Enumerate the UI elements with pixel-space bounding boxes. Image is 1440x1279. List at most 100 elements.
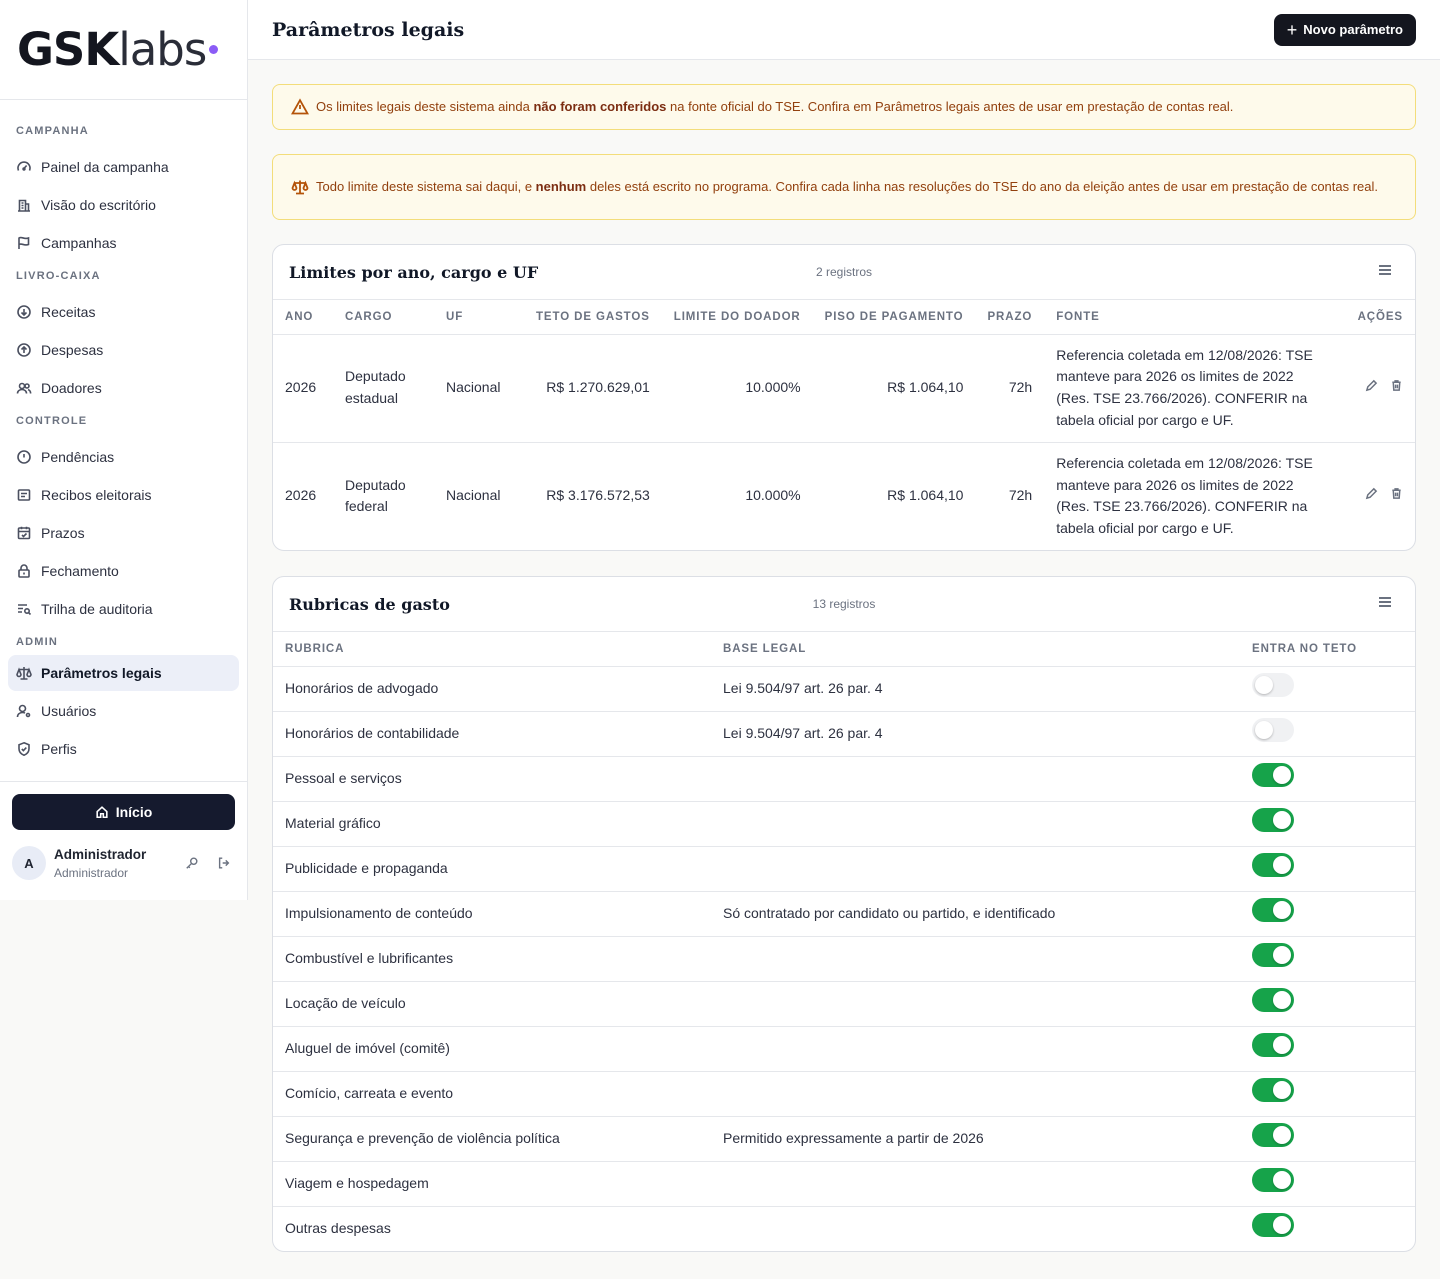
key-icon[interactable] — [185, 856, 199, 870]
entra-no-teto-toggle[interactable] — [1252, 1213, 1294, 1238]
sidebar-item-parametros-legais[interactable]: Parâmetros legais — [8, 655, 239, 691]
sidebar-item-prazos[interactable]: Prazos — [8, 515, 239, 551]
cell-acoes — [1335, 442, 1415, 550]
trash-icon[interactable] — [1390, 487, 1403, 500]
sidebar-item-label: Prazos — [41, 525, 85, 541]
col-piso[interactable]: PISO DE PAGAMENTO — [812, 300, 976, 335]
sidebar-item-doadores[interactable]: Doadores — [8, 370, 239, 406]
entra-no-teto-toggle[interactable] — [1252, 673, 1294, 698]
logout-icon[interactable] — [217, 856, 231, 870]
building-icon — [18, 199, 30, 212]
entra-no-teto-toggle[interactable] — [1252, 943, 1294, 968]
sidebar-item-pendencias[interactable]: Pendências — [8, 439, 239, 475]
rubricas-table-body: Honorários de advogado Lei 9.504/97 art. … — [273, 666, 1415, 1251]
table-row: Comício, carreata e evento — [273, 1071, 1415, 1117]
rubricas-card-header: Rubricas de gasto 13 registros — [273, 577, 1415, 632]
sidebar-item-campanhas[interactable]: Campanhas — [8, 225, 239, 261]
brand-logo[interactable]: GSKlabs — [0, 0, 247, 100]
sidebar-item-painel[interactable]: Painel da campanha — [8, 149, 239, 185]
entra-no-teto-toggle[interactable] — [1252, 718, 1294, 743]
sidebar-item-label: Trilha de auditoria — [41, 601, 153, 617]
cell-entra-no-teto — [1240, 756, 1415, 802]
toggle-knob — [1273, 1081, 1291, 1100]
main-content: Parâmetros legais + Novo parâmetro Os li… — [248, 0, 1440, 1279]
menu-icon[interactable] — [1379, 265, 1391, 275]
entra-no-teto-toggle[interactable] — [1252, 853, 1294, 878]
cell-rubrica: Honorários de contabilidade — [273, 711, 711, 757]
cell-rubrica: Viagem e hospedagem — [273, 1161, 711, 1207]
cell-rubrica: Comício, carreata e evento — [273, 1071, 711, 1117]
entra-no-teto-toggle[interactable] — [1252, 1078, 1294, 1103]
limits-table: ANO CARGO UF TETO DE GASTOS LIMITE DO DO… — [273, 300, 1415, 550]
entra-no-teto-toggle[interactable] — [1252, 1033, 1294, 1058]
cell-base-legal — [711, 846, 1240, 892]
sidebar-footer: Início A Administrador Administrador — [0, 781, 247, 892]
cell-rubrica: Locação de veículo — [273, 981, 711, 1027]
entra-no-teto-toggle[interactable] — [1252, 1168, 1294, 1193]
entra-no-teto-toggle[interactable] — [1252, 808, 1294, 833]
user-card: A Administrador Administrador — [12, 846, 235, 880]
table-row: Impulsionamento de conteúdo Só contratado… — [273, 891, 1415, 937]
rubricas-table: RUBRICA BASE LEGAL ENTRA NO TETO Honorár… — [273, 632, 1415, 1251]
new-parameter-button[interactable]: + Novo parâmetro — [1273, 13, 1416, 46]
gauge-icon — [17, 161, 31, 171]
list-search-icon — [18, 604, 32, 616]
edit-icon[interactable] — [1365, 487, 1378, 500]
col-prazo[interactable]: PRAZO — [975, 300, 1045, 335]
cell-entra-no-teto — [1240, 981, 1415, 1027]
cell-entra-no-teto — [1240, 891, 1415, 937]
trash-icon[interactable] — [1390, 379, 1403, 392]
flag-icon — [18, 236, 30, 249]
table-row: Pessoal e serviços — [273, 756, 1415, 802]
col-uf[interactable]: UF — [434, 300, 524, 335]
alert-text-pre: Os limites legais deste sistema ainda — [316, 99, 534, 114]
sidebar-item-label: Visão do escritório — [41, 197, 156, 213]
entra-no-teto-toggle[interactable] — [1252, 1123, 1294, 1148]
sidebar-item-escritorio[interactable]: Visão do escritório — [8, 187, 239, 223]
lock-icon — [18, 564, 30, 578]
entra-no-teto-toggle[interactable] — [1252, 898, 1294, 923]
col-base-legal[interactable]: BASE LEGAL — [711, 632, 1240, 667]
cell-ano: 2026 — [273, 334, 333, 443]
sidebar-item-perfis[interactable]: Perfis — [8, 731, 239, 767]
entra-no-teto-toggle[interactable] — [1252, 988, 1294, 1013]
arrow-down-circle-icon — [17, 305, 31, 319]
cell-piso: R$ 1.064,10 — [812, 334, 976, 443]
col-limite-doador[interactable]: LIMITE DO DOADOR — [661, 300, 813, 335]
cell-rubrica: Segurança e prevenção de violência polít… — [273, 1116, 711, 1162]
toggle-knob — [1273, 901, 1291, 920]
sidebar-item-recibos[interactable]: Recibos eleitorais — [8, 477, 239, 513]
cell-entra-no-teto — [1240, 846, 1415, 892]
cell-rubrica: Publicidade e propaganda — [273, 846, 711, 892]
cell-acoes — [1335, 334, 1415, 443]
col-fonte[interactable]: FONTE — [1044, 300, 1335, 335]
sidebar-item-label: Pendências — [41, 449, 115, 465]
sidebar-item-despesas[interactable]: Despesas — [8, 332, 239, 368]
shield-check-icon — [18, 741, 30, 757]
toggle-knob — [1255, 676, 1273, 695]
sidebar-item-usuarios[interactable]: Usuários — [8, 693, 239, 729]
new-parameter-label: Novo parâmetro — [1303, 22, 1403, 37]
avatar[interactable]: A — [12, 846, 46, 880]
col-rubrica[interactable]: RUBRICA — [273, 632, 711, 667]
col-teto[interactable]: TETO DE GASTOS — [524, 300, 662, 335]
col-entra-no-teto[interactable]: ENTRA NO TETO — [1240, 632, 1415, 667]
cell-base-legal: Só contratado por candidato ou partido, … — [711, 891, 1240, 937]
edit-icon[interactable] — [1365, 379, 1378, 392]
col-cargo[interactable]: CARGO — [333, 300, 434, 335]
menu-icon[interactable] — [1379, 597, 1391, 607]
user-cog-icon — [16, 704, 31, 718]
home-button[interactable]: Início — [12, 794, 235, 830]
home-button-label: Início — [115, 804, 153, 820]
cell-base-legal — [711, 981, 1240, 1027]
col-ano[interactable]: ANO — [273, 300, 333, 335]
cell-base-legal: Lei 9.504/97 art. 26 par. 4 — [711, 666, 1240, 712]
entra-no-teto-toggle[interactable] — [1252, 763, 1294, 788]
toggle-knob — [1273, 811, 1291, 830]
sidebar-item-auditoria[interactable]: Trilha de auditoria — [8, 591, 239, 627]
cell-cargo: Deputado estadual — [333, 334, 434, 443]
sidebar-item-receitas[interactable]: Receitas — [8, 294, 239, 330]
toggle-knob — [1273, 1171, 1291, 1190]
cell-base-legal — [711, 756, 1240, 802]
sidebar-item-fechamento[interactable]: Fechamento — [8, 553, 239, 589]
